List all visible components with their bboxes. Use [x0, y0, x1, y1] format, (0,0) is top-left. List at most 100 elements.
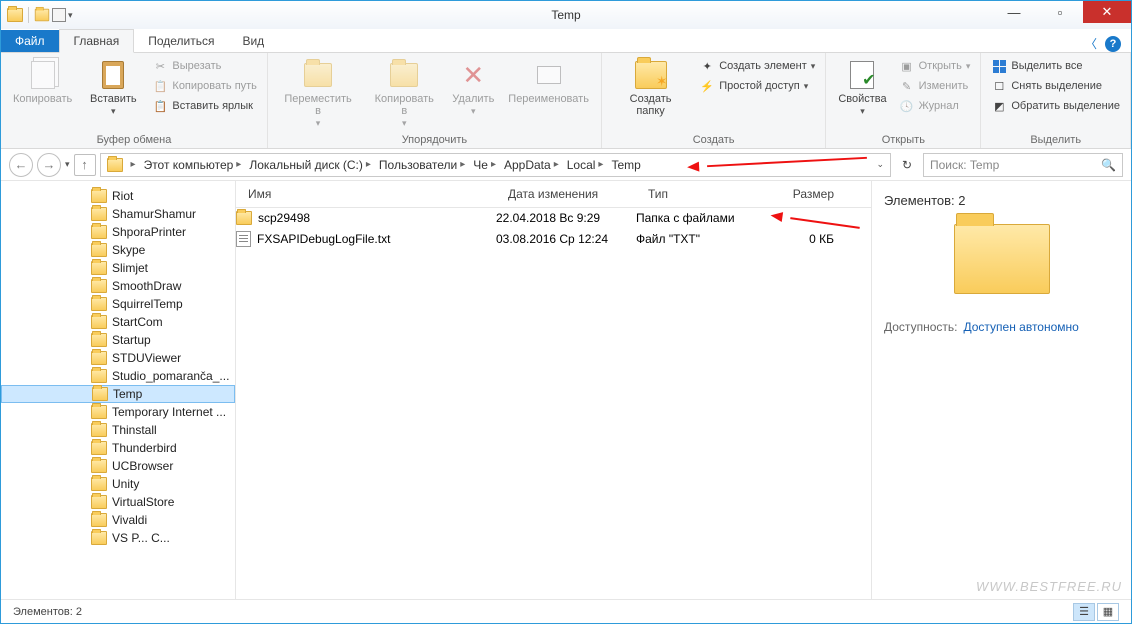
- history-button[interactable]: 🕓Журнал: [897, 97, 973, 115]
- qat-dropdown-icon[interactable]: ▾: [68, 10, 73, 21]
- tree-item[interactable]: StartCom: [1, 313, 235, 331]
- copypath-button[interactable]: 📋Копировать путь: [150, 77, 259, 95]
- invertselect-button[interactable]: ◩Обратить выделение: [989, 97, 1122, 115]
- paste-button[interactable]: Вставить ▾: [82, 57, 144, 119]
- col-name[interactable]: Имя: [236, 187, 496, 201]
- tree-item[interactable]: Riot: [1, 187, 235, 205]
- cut-button[interactable]: ✂Вырезать: [150, 57, 259, 75]
- col-size[interactable]: Размер: [766, 187, 846, 201]
- moveto-button[interactable]: Переместить в▾: [276, 57, 360, 131]
- qat-newfolder-icon[interactable]: [35, 9, 49, 22]
- group-clipboard-label: Буфер обмена: [9, 132, 259, 146]
- tree-item[interactable]: SmoothDraw: [1, 277, 235, 295]
- crumb-6[interactable]: Temp: [607, 158, 644, 172]
- tree-item[interactable]: ShamurShamur: [1, 205, 235, 223]
- crumb-2[interactable]: Пользователи▸: [375, 158, 469, 172]
- tree-item[interactable]: Studio_pomaranča_...: [1, 367, 235, 385]
- tree-item[interactable]: Unity: [1, 475, 235, 493]
- folder-icon: [91, 315, 107, 329]
- file-row[interactable]: FXSAPIDebugLogFile.txt03.08.2016 Ср 12:2…: [236, 228, 871, 250]
- tree-item[interactable]: Startup: [1, 331, 235, 349]
- tree-item[interactable]: ShporaPrinter: [1, 223, 235, 241]
- tree-item[interactable]: Vivaldi: [1, 511, 235, 529]
- tree-item[interactable]: VirtualStore: [1, 493, 235, 511]
- properties-button[interactable]: ✔ Свойства▾: [834, 57, 890, 119]
- tree-item[interactable]: VS P... C...: [1, 529, 235, 547]
- nav-forward-button[interactable]: →: [37, 153, 61, 177]
- tree-item[interactable]: Slimjet: [1, 259, 235, 277]
- help-icon[interactable]: ?: [1105, 36, 1121, 52]
- tree-item[interactable]: Thunderbird: [1, 439, 235, 457]
- titlebar: ▾ Temp — ▫ ✕: [1, 1, 1131, 29]
- delete-button[interactable]: ✕ Удалить▾: [448, 57, 498, 119]
- open-icon: ▣: [899, 58, 915, 74]
- newitem-button[interactable]: ✦Создать элемент ▾: [697, 57, 817, 75]
- availability-value: Доступен автономно: [963, 320, 1078, 334]
- tree-item[interactable]: SquirrelTemp: [1, 295, 235, 313]
- tree-item[interactable]: UCBrowser: [1, 457, 235, 475]
- copyto-button[interactable]: Копировать в▾: [366, 57, 442, 131]
- tree-item-label: Slimjet: [112, 261, 148, 275]
- group-open-label: Открыть: [834, 132, 972, 146]
- crumb-5[interactable]: Local▸: [563, 158, 608, 172]
- crumb-4[interactable]: AppData▸: [500, 158, 563, 172]
- tab-view[interactable]: Вид: [228, 30, 278, 52]
- tree-item[interactable]: Thinstall: [1, 421, 235, 439]
- qat-properties-icon[interactable]: [52, 8, 66, 22]
- open-button[interactable]: ▣Открыть ▾: [897, 57, 973, 75]
- minimize-button[interactable]: —: [991, 1, 1037, 23]
- nav-back-button[interactable]: ←: [9, 153, 33, 177]
- group-organize-label: Упорядочить: [276, 132, 593, 146]
- file-date: 22.04.2018 Вс 9:29: [496, 211, 636, 225]
- tab-file[interactable]: Файл: [1, 30, 59, 52]
- nav-up-button[interactable]: ↑: [74, 154, 96, 176]
- properties-icon: ✔: [850, 61, 874, 89]
- rename-button[interactable]: Переименовать: [504, 57, 593, 107]
- close-button[interactable]: ✕: [1083, 1, 1131, 23]
- folder-icon: [91, 333, 107, 347]
- file-name: scp29498: [258, 211, 310, 225]
- selectnone-button[interactable]: ☐Снять выделение: [989, 77, 1122, 95]
- view-icons-button[interactable]: ▦: [1097, 603, 1119, 621]
- maximize-button[interactable]: ▫: [1037, 1, 1083, 23]
- newfolder-button[interactable]: Создать папку: [610, 57, 691, 119]
- breadcrumb[interactable]: ▸ Этот компьютер▸ Локальный диск (C:)▸ П…: [100, 153, 891, 177]
- col-date[interactable]: Дата изменения: [496, 187, 636, 201]
- tree-item[interactable]: Temp: [1, 385, 235, 403]
- pasteshortcut-button[interactable]: 📋Вставить ярлык: [150, 97, 259, 115]
- nav-history-icon[interactable]: ▾: [65, 159, 70, 170]
- tree-item-label: VirtualStore: [112, 495, 174, 509]
- tree-item[interactable]: STDUViewer: [1, 349, 235, 367]
- tree-item-label: UCBrowser: [112, 459, 173, 473]
- breadcrumb-expand-icon[interactable]: ⌄: [870, 159, 890, 170]
- group-new-label: Создать: [610, 132, 817, 146]
- tab-home[interactable]: Главная: [59, 29, 135, 53]
- folder-tree[interactable]: RiotShamurShamurShporaPrinterSkype Slimje…: [1, 181, 236, 599]
- edit-button[interactable]: ✎Изменить: [897, 77, 973, 95]
- tree-item[interactable]: Skype: [1, 241, 235, 259]
- file-name: FXSAPIDebugLogFile.txt: [257, 232, 390, 246]
- search-input[interactable]: Поиск: Temp🔍: [923, 153, 1123, 177]
- easyaccess-button[interactable]: ⚡Простой доступ ▾: [697, 77, 817, 95]
- tab-share[interactable]: Поделиться: [134, 30, 228, 52]
- tree-item-label: Unity: [112, 477, 139, 491]
- ribbon-tabs: Файл Главная Поделиться Вид 〈 ?: [1, 29, 1131, 53]
- copy-button[interactable]: Копировать: [9, 57, 76, 107]
- selectall-button[interactable]: Выделить все: [989, 57, 1122, 75]
- col-type[interactable]: Тип: [636, 187, 766, 201]
- watermark: WWW.BESTFREE.RU: [976, 579, 1122, 594]
- crumb-3[interactable]: Че▸: [469, 158, 500, 172]
- tree-item-label: Startup: [112, 333, 151, 347]
- txt-icon: [236, 231, 251, 247]
- tree-item-label: STDUViewer: [112, 351, 181, 365]
- crumb-0[interactable]: Этот компьютер▸: [140, 158, 246, 172]
- column-headers[interactable]: Имя Дата изменения Тип Размер: [236, 181, 871, 208]
- crumb-1[interactable]: Локальный диск (C:)▸: [245, 158, 375, 172]
- app-icon: [7, 8, 23, 22]
- view-details-button[interactable]: ☰: [1073, 603, 1095, 621]
- folder-icon: [91, 513, 107, 527]
- refresh-button[interactable]: ↻: [895, 154, 919, 176]
- tree-item[interactable]: Temporary Internet ...: [1, 403, 235, 421]
- selectnone-icon: ☐: [991, 78, 1007, 94]
- ribbon-collapse-icon[interactable]: 〈: [1085, 35, 1097, 52]
